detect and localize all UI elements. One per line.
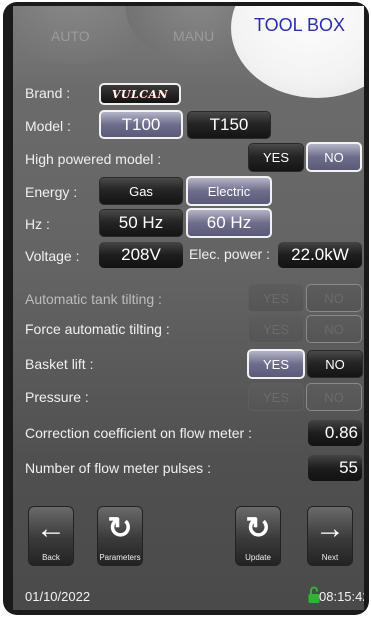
model-t100-button[interactable]: T100 — [99, 110, 183, 139]
screen: AUTO MANU TOOL BOX Brand : VULCAN Model … — [13, 6, 364, 610]
footer-date: 01/10/2022 — [25, 589, 91, 604]
energy-gas-button[interactable]: Gas — [99, 177, 183, 205]
pressure-no-button[interactable]: NO — [306, 383, 362, 411]
force-tilting-yes-button[interactable]: YES — [248, 315, 304, 343]
tank-tilting-no-button[interactable]: NO — [306, 284, 362, 312]
correction-value[interactable]: 0.86 — [308, 420, 362, 446]
arrow-right-icon: → — [315, 512, 345, 545]
hz-50-button[interactable]: 50 Hz — [99, 209, 183, 237]
high-powered-label: High powered model : — [25, 151, 162, 167]
pulses-label: Number of flow meter pulses : — [25, 460, 211, 476]
model-t150-button[interactable]: T150 — [187, 111, 271, 139]
elec-power-label: Elec. power : — [189, 246, 270, 262]
basket-lift-label: Basket lift : — [25, 356, 94, 372]
next-button[interactable]: → Next — [307, 506, 353, 566]
back-button[interactable]: ← Back — [28, 506, 74, 566]
tab-toolbox-label[interactable]: TOOL BOX — [254, 15, 345, 36]
refresh-icon: ↻ — [107, 512, 133, 545]
model-label: Model : — [25, 118, 71, 134]
voltage-value[interactable]: 208V — [99, 242, 183, 268]
hz-60-button[interactable]: 60 Hz — [186, 208, 272, 238]
energy-label: Energy : — [25, 184, 78, 200]
parameters-label: Parameters — [99, 553, 141, 562]
elec-power-value[interactable]: 22.0kW — [278, 242, 362, 268]
hz-label: Hz : — [25, 216, 50, 232]
parameters-button[interactable]: ↻ Parameters — [97, 506, 143, 566]
pressure-yes-button[interactable]: YES — [248, 383, 304, 411]
next-label: Next — [321, 553, 339, 562]
tank-tilting-yes-button[interactable]: YES — [248, 284, 304, 312]
force-tilting-label: Force automatic tilting : — [25, 321, 170, 337]
pressure-label: Pressure : — [25, 389, 89, 405]
update-label: Update — [245, 553, 271, 562]
footer-time: 08:15:42 — [319, 589, 364, 604]
brand-label: Brand : — [25, 85, 71, 101]
pulses-value[interactable]: 55 — [308, 455, 362, 481]
device-frame: AUTO MANU TOOL BOX Brand : VULCAN Model … — [3, 2, 369, 615]
back-label: Back — [42, 553, 60, 562]
arrow-left-icon: ← — [36, 512, 66, 545]
tab-auto-label[interactable]: AUTO — [51, 28, 90, 44]
sync-icon: ↻ — [245, 512, 271, 545]
basket-lift-yes-button[interactable]: YES — [247, 349, 305, 379]
force-tilting-no-button[interactable]: NO — [306, 315, 362, 343]
brand-logo-button[interactable]: VULCAN — [99, 83, 181, 105]
basket-lift-no-button[interactable]: NO — [307, 350, 363, 378]
vulcan-logo: VULCAN — [111, 87, 169, 101]
energy-electric-button[interactable]: Electric — [186, 176, 272, 206]
correction-label: Correction coefficient on flow meter : — [25, 425, 252, 441]
voltage-label: Voltage : — [25, 248, 80, 264]
tab-manu-label[interactable]: MANU — [173, 28, 214, 44]
high-powered-no-button[interactable]: NO — [306, 142, 362, 172]
update-button[interactable]: ↻ Update — [235, 506, 281, 566]
tank-tilting-label: Automatic tank tilting : — [25, 291, 162, 307]
high-powered-yes-button[interactable]: YES — [248, 143, 304, 172]
